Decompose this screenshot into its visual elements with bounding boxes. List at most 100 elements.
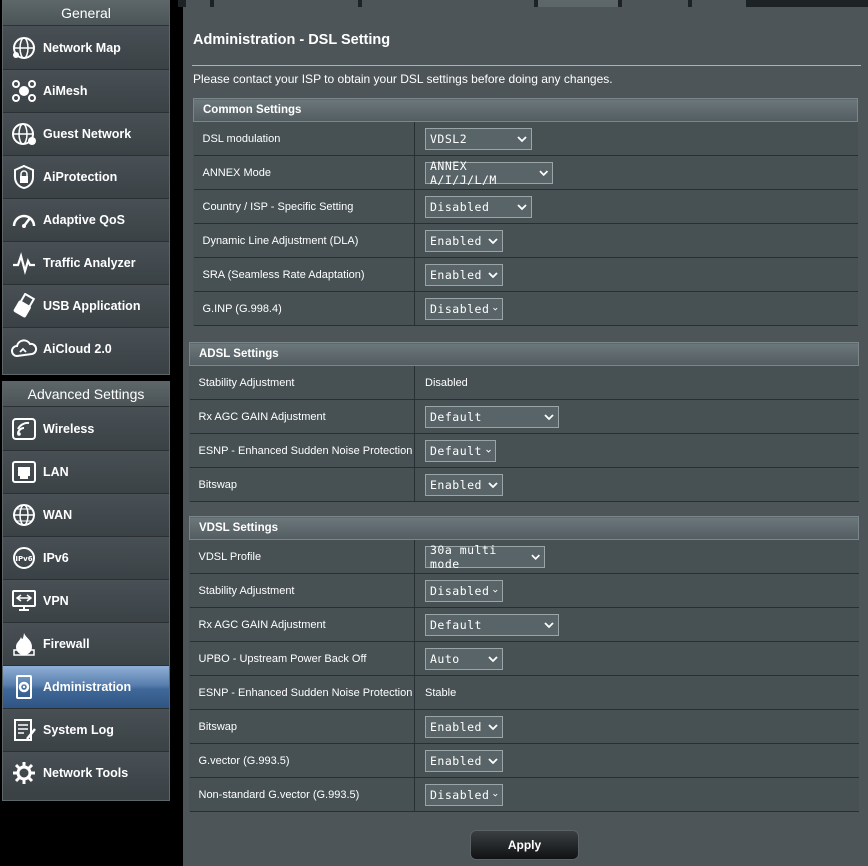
row-label: Rx AGC GAIN Adjustment: [189, 607, 415, 642]
svg-text:IPv6: IPv6: [15, 555, 32, 563]
vdsl-stability-select[interactable]: Disabled: [425, 579, 503, 602]
lan-icon: [7, 455, 41, 489]
vdsl-profile-select[interactable]: 30a multi mode: [425, 543, 545, 571]
sidebar-item-label: VPN: [43, 594, 69, 608]
row-label: UPBO - Upstream Power Back Off: [189, 641, 415, 676]
sidebar-item-label: Administration: [43, 680, 132, 694]
row-label: Country / ISP - Specific Setting: [193, 189, 415, 224]
common-settings-header: Common Settings: [193, 98, 858, 122]
tab-2[interactable]: [214, 0, 358, 7]
row-label: DSL modulation: [193, 121, 415, 156]
chevron-down-icon: [488, 723, 498, 730]
sidebar-item-ipv6[interactable]: IPv6 IPv6: [3, 536, 169, 579]
upbo-select[interactable]: Auto: [425, 647, 503, 670]
tab-6[interactable]: [692, 0, 746, 7]
usb-application-icon: [7, 289, 41, 323]
aicloud-icon: [7, 332, 41, 366]
page-description: Please contact your ISP to obtain your D…: [193, 72, 613, 86]
nonstandard-gvector-select[interactable]: Disabled: [425, 783, 503, 806]
chevron-down-icon: [488, 655, 498, 662]
vdsl-bitswap-select[interactable]: Enabled: [425, 715, 503, 738]
country-isp-select[interactable]: Disabled: [425, 195, 532, 218]
sidebar-item-network-tools[interactable]: Network Tools: [3, 751, 169, 794]
adsl-settings-table: ADSL Settings Stability Adjustment Disab…: [189, 342, 859, 502]
sidebar-item-label: Firewall: [43, 637, 90, 651]
sidebar-item-label: Network Tools: [43, 766, 129, 780]
advanced-menu: Advanced Settings Wireless LAN WAN IPv6 …: [2, 381, 170, 801]
tab-bar: [178, 0, 868, 7]
advanced-menu-title: Advanced Settings: [3, 382, 169, 407]
chevron-down-icon: [488, 481, 498, 488]
title-divider: [192, 65, 861, 66]
vdsl-rx-agc-select[interactable]: Default: [425, 613, 559, 636]
firewall-icon: [7, 627, 41, 661]
annex-mode-select[interactable]: ANNEX A/I/J/L/M: [425, 159, 553, 187]
apply-button[interactable]: Apply: [470, 830, 579, 860]
sidebar-item-vpn[interactable]: VPN: [3, 579, 169, 622]
adaptive-qos-icon: [7, 203, 41, 237]
sidebar-item-label: IPv6: [43, 551, 69, 565]
network-map-icon: [7, 31, 41, 65]
adsl-rx-agc-select[interactable]: Default: [425, 405, 559, 428]
tab-4[interactable]: [538, 0, 618, 7]
sidebar-item-label: AiMesh: [43, 84, 88, 98]
sidebar-item-traffic-analyzer[interactable]: Traffic Analyzer: [3, 241, 169, 284]
sidebar-item-label: Network Map: [43, 40, 121, 55]
chevron-down-icon: [544, 621, 554, 628]
network-tools-icon: [7, 756, 41, 790]
wireless-icon: [7, 412, 41, 446]
sidebar-item-aicloud[interactable]: AiCloud 2.0: [3, 327, 169, 370]
sidebar-item-network-map[interactable]: Network Map: [3, 26, 169, 69]
tab-5[interactable]: [622, 0, 688, 7]
chevron-down-icon: [493, 307, 498, 311]
gvector-select[interactable]: Enabled: [425, 749, 503, 772]
system-log-icon: [7, 713, 41, 747]
vpn-icon: [7, 584, 41, 618]
sidebar-item-label: AiCloud 2.0: [43, 342, 112, 356]
sidebar-item-firewall[interactable]: Firewall: [3, 622, 169, 665]
sidebar-item-label: WAN: [43, 508, 73, 522]
tab-3[interactable]: [362, 0, 534, 7]
sidebar-item-wan[interactable]: WAN: [3, 493, 169, 536]
row-label: ANNEX Mode: [193, 155, 415, 190]
sidebar-item-system-log[interactable]: System Log: [3, 708, 169, 751]
sidebar-item-usb-application[interactable]: USB Application: [3, 284, 169, 327]
sidebar-item-aimesh[interactable]: AiMesh: [3, 69, 169, 112]
sidebar-item-lan[interactable]: LAN: [3, 450, 169, 493]
adsl-esnp-select[interactable]: Default: [425, 439, 496, 462]
sidebar-item-administration[interactable]: Administration: [3, 665, 169, 708]
sidebar-item-wireless[interactable]: Wireless: [3, 407, 169, 450]
sidebar-item-label: Guest Network: [43, 127, 132, 141]
sidebar-item-guest-network[interactable]: Guest Network: [3, 112, 169, 155]
ginp-select[interactable]: Disabled: [425, 297, 503, 320]
chevron-down-icon: [517, 135, 527, 142]
chevron-down-icon: [488, 271, 498, 278]
sra-select[interactable]: Enabled: [425, 263, 503, 286]
traffic-analyzer-icon: [7, 246, 41, 280]
row-label: VDSL Profile: [189, 539, 415, 574]
dsl-modulation-select[interactable]: VDSL2: [425, 127, 532, 150]
dla-select[interactable]: Enabled: [425, 229, 503, 252]
administration-icon: [7, 670, 41, 704]
page-title: Administration - DSL Setting: [193, 32, 391, 48]
row-label: Bitswap: [189, 709, 415, 744]
chevron-down-icon: [531, 554, 540, 561]
row-label: Stability Adjustment: [189, 365, 415, 400]
vdsl-settings-header: VDSL Settings: [189, 516, 859, 540]
sidebar-item-adaptive-qos[interactable]: Adaptive QoS: [3, 198, 169, 241]
row-label: SRA (Seamless Rate Adaptation): [193, 257, 415, 292]
sidebar-item-label: Wireless: [43, 421, 95, 436]
aiprotection-icon: [7, 160, 41, 194]
chevron-down-icon: [488, 757, 498, 764]
sidebar-item-label: USB Application: [43, 299, 141, 313]
adsl-bitswap-select[interactable]: Enabled: [425, 473, 503, 496]
common-settings-table: Common Settings DSL modulation VDSL2 ANN…: [193, 98, 858, 326]
sidebar-item-label: LAN: [43, 465, 69, 479]
sidebar-item-label: Adaptive QoS: [43, 213, 125, 227]
sidebar-item-aiprotection[interactable]: AiProtection: [3, 155, 169, 198]
guest-network-icon: [7, 117, 41, 151]
row-label: Dynamic Line Adjustment (DLA): [193, 223, 415, 258]
ipv6-icon: IPv6: [7, 541, 41, 575]
tab-1[interactable]: [186, 0, 210, 7]
vdsl-esnp-value: Stable: [425, 686, 457, 699]
